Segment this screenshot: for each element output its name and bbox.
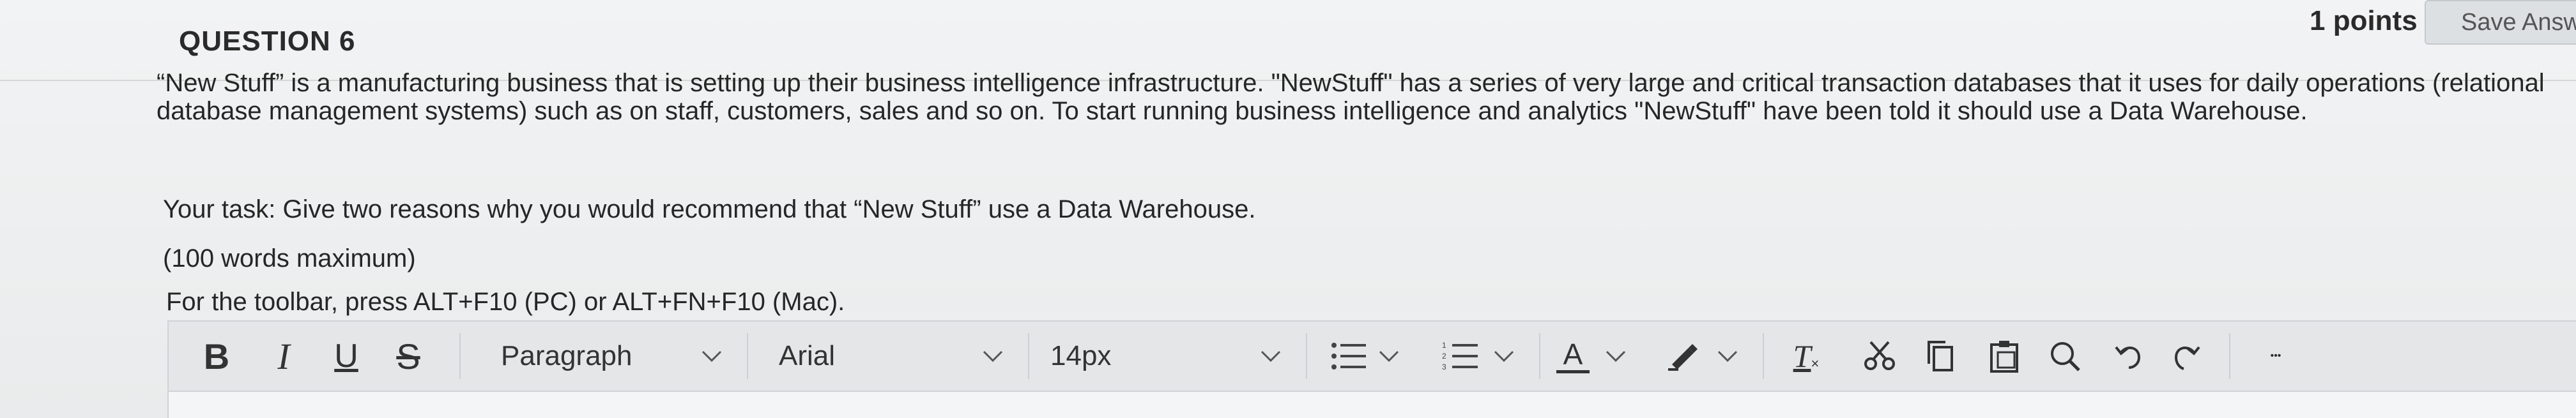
block-format-select[interactable]: Paragraph — [469, 322, 724, 391]
bullet-list-icon[interactable] — [1325, 332, 1374, 380]
copy-icon[interactable] — [1916, 332, 1965, 380]
toolbar-divider — [1763, 333, 1764, 379]
font-size-select[interactable]: 14px — [1031, 322, 1287, 391]
paste-icon[interactable] — [1980, 332, 2028, 380]
text-color-letter: A — [1563, 337, 1583, 371]
editor-toolbar: B I U S Paragraph Arial 14px 1 2 3 A T ×… — [167, 320, 2576, 392]
toolbar-hint-text: For the toolbar, press ALT+F10 (PC) or A… — [166, 288, 845, 316]
strikethrough-button[interactable]: S — [386, 322, 431, 391]
chevron-down-icon[interactable] — [1597, 337, 1635, 375]
task-text: Your task: Give two reasons why you woul… — [163, 195, 1256, 223]
toolbar-divider — [747, 333, 748, 379]
toolbar-divider — [459, 333, 461, 379]
cut-icon[interactable] — [1855, 332, 1904, 380]
highlight-color-icon[interactable] — [1660, 332, 1709, 380]
font-family-value: Arial — [779, 340, 836, 371]
block-format-value: Paragraph — [501, 340, 632, 371]
question-title: QUESTION 6 — [179, 26, 356, 57]
toolbar-divider — [1306, 333, 1307, 379]
font-size-value: 14px — [1050, 340, 1112, 371]
chevron-down-icon[interactable] — [1370, 337, 1408, 375]
svg-text:3: 3 — [1442, 362, 1446, 371]
chevron-down-icon[interactable] — [974, 337, 1012, 375]
underline-button[interactable]: U — [327, 322, 365, 391]
save-answer-button[interactable]: Save Answ — [2425, 0, 2576, 45]
search-icon[interactable] — [2041, 332, 2089, 380]
numbered-list-icon[interactable]: 1 2 3 — [1437, 332, 1485, 380]
chevron-down-icon[interactable] — [1708, 337, 1747, 375]
clear-formatting-icon[interactable]: T × — [1782, 332, 1830, 380]
toolbar-divider — [1028, 333, 1029, 379]
question-panel: QUESTION 6 1 points Save Answ “New Stuff… — [0, 0, 2576, 418]
undo-icon[interactable] — [2104, 332, 2153, 380]
clear-formatting-letter: T — [1793, 338, 1811, 374]
italic-button[interactable]: I — [264, 322, 303, 391]
bold-button[interactable]: B — [194, 322, 239, 391]
redo-icon[interactable] — [2162, 332, 2211, 380]
answer-editor[interactable] — [167, 392, 2576, 418]
toolbar-divider — [2229, 333, 2230, 379]
more-options-icon[interactable]: ••• — [2251, 332, 2300, 380]
question-text: “New Stuff” is a manufacturing business … — [157, 69, 2545, 125]
word-limit-text: (100 words maximum) — [163, 244, 416, 272]
text-color-icon[interactable]: A — [1549, 332, 1597, 380]
chevron-down-icon[interactable] — [693, 337, 731, 375]
chevron-down-icon[interactable] — [1485, 337, 1523, 375]
svg-text:1: 1 — [1442, 341, 1446, 350]
chevron-down-icon[interactable] — [1252, 337, 1290, 375]
points-label: 1 points — [2310, 5, 2418, 36]
toolbar-divider — [1539, 333, 1540, 379]
svg-text:2: 2 — [1442, 352, 1446, 361]
